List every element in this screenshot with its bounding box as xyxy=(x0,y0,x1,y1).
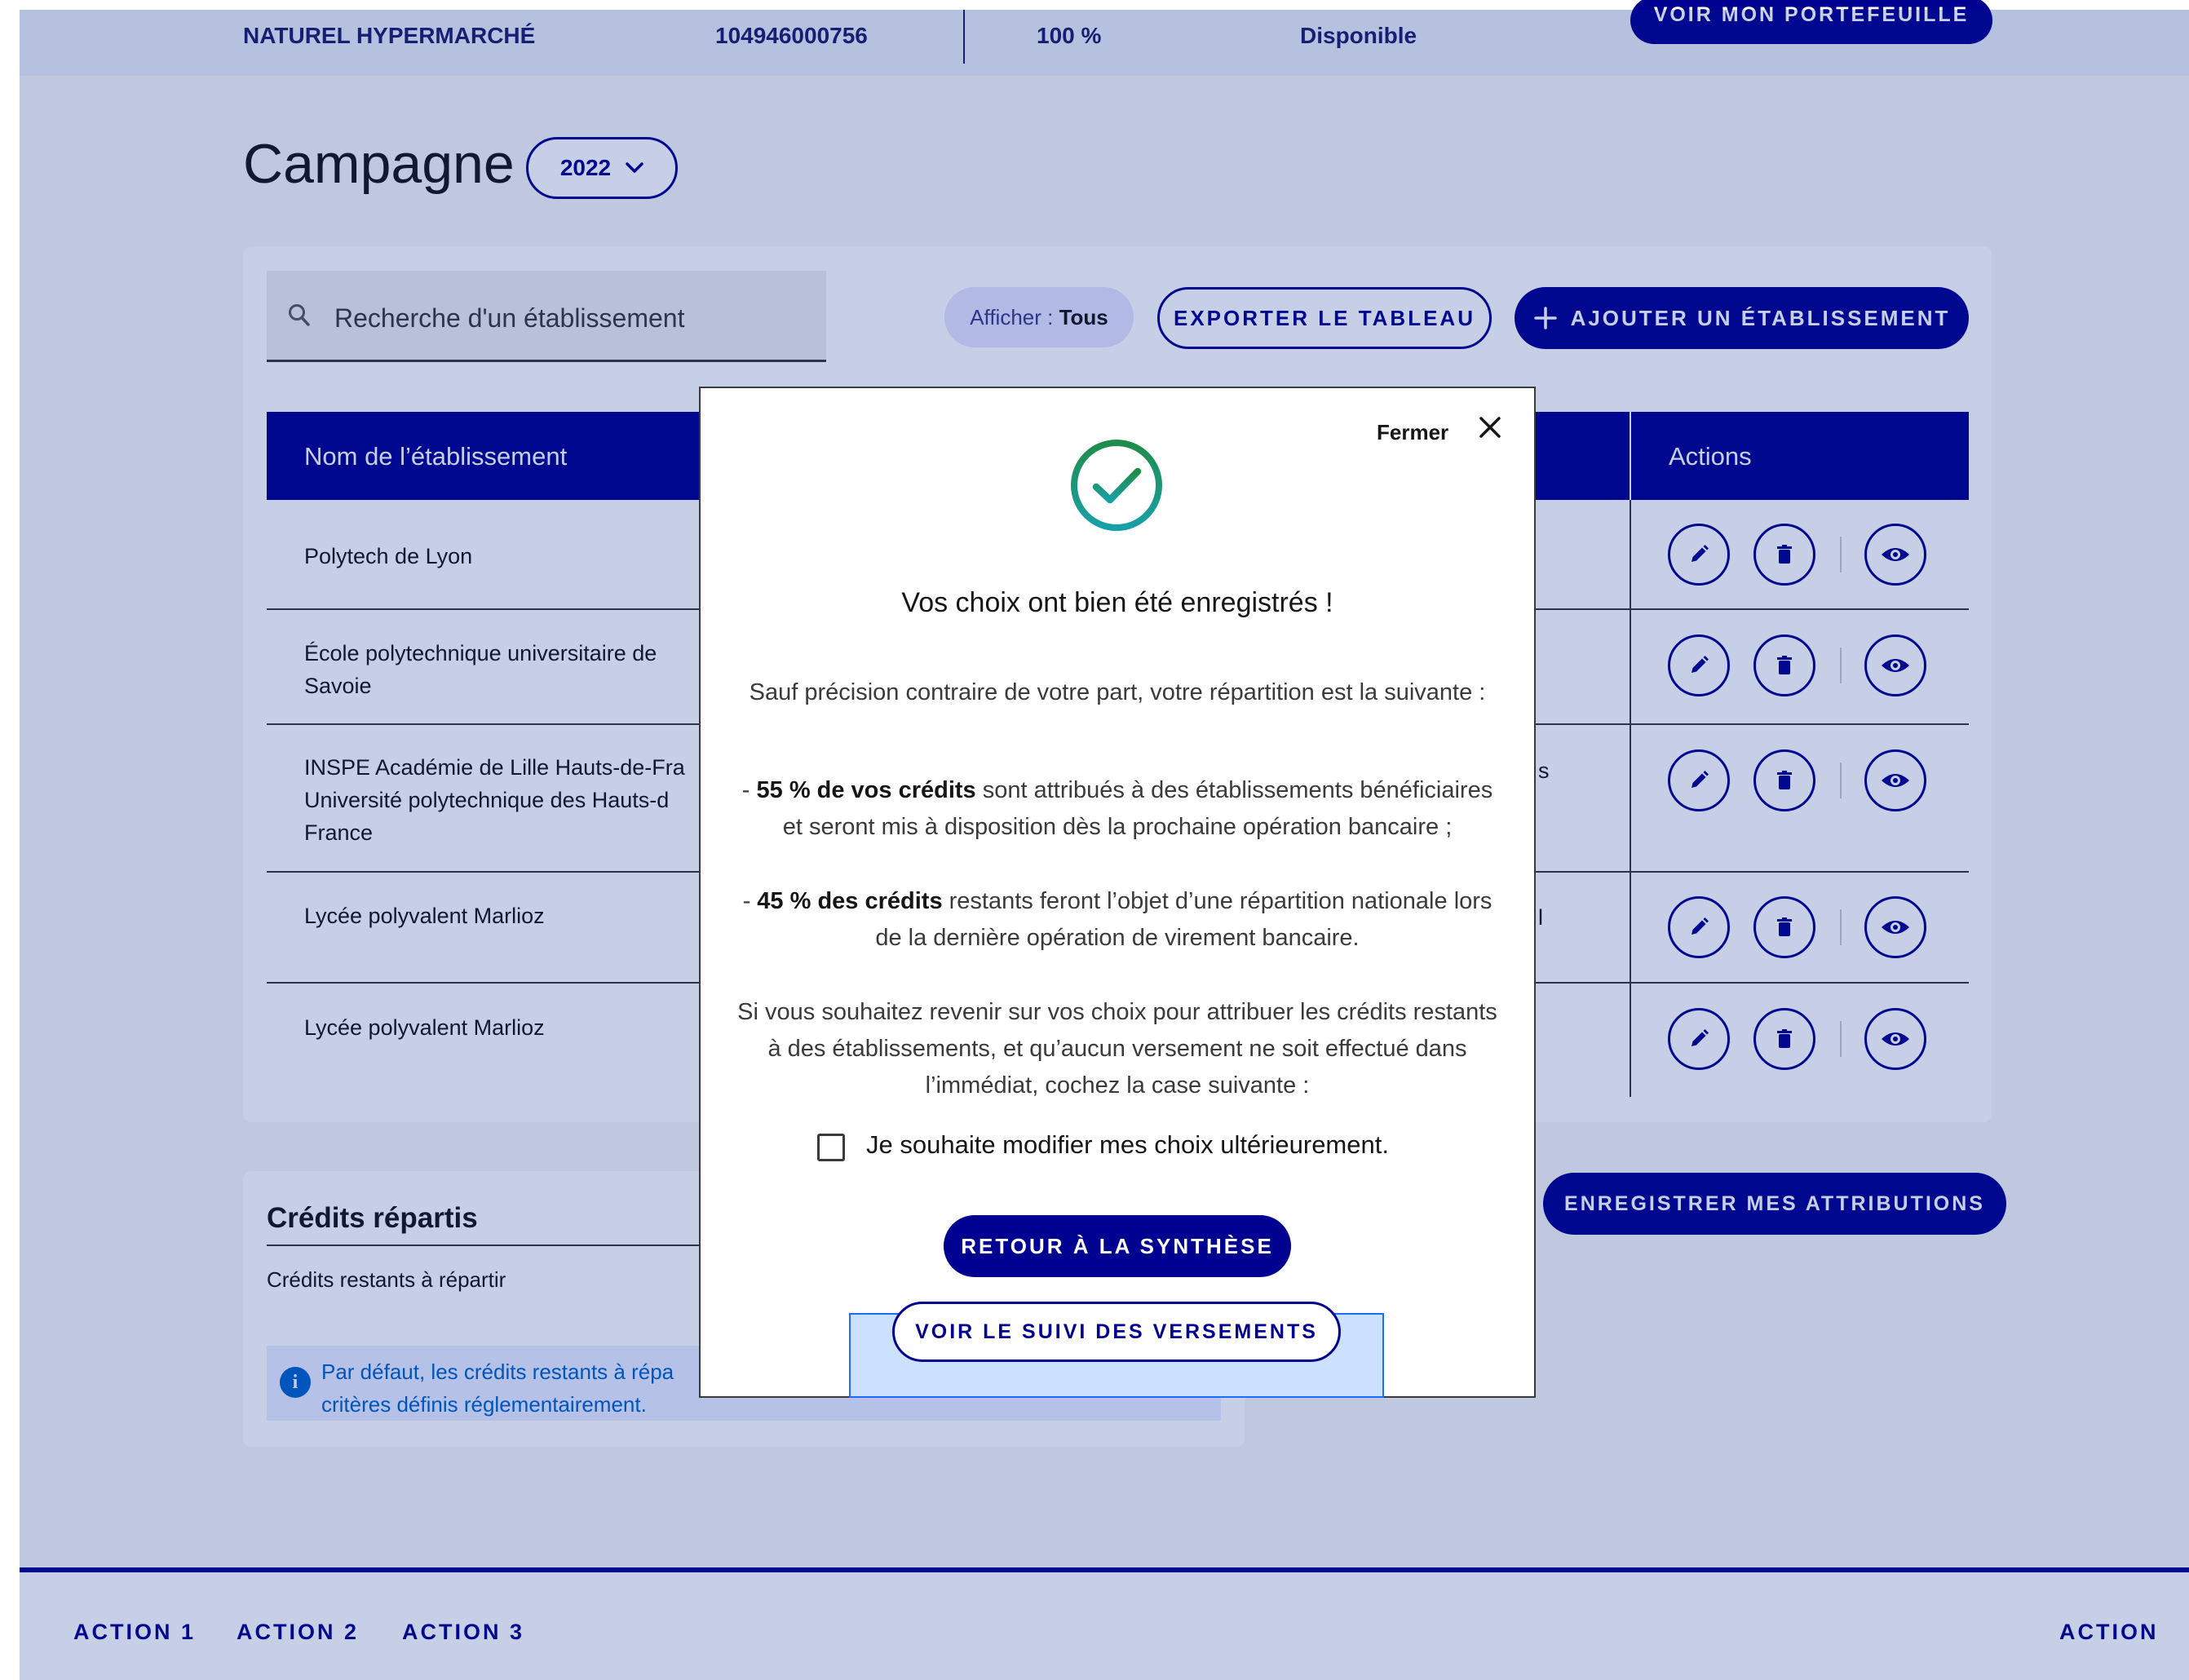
close-icon[interactable] xyxy=(1475,413,1505,442)
modify-later-label[interactable]: Je souhaite modifier mes choix ultérieur… xyxy=(866,1130,1389,1160)
modal-distribution-item-2: - 45 % des crédits restants feront l’obj… xyxy=(742,888,1492,951)
modal-title: Vos choix ont bien été enregistrés ! xyxy=(901,587,1333,618)
modify-later-checkbox[interactable] xyxy=(817,1134,845,1161)
check-circle-icon xyxy=(1071,440,1162,531)
close-label[interactable]: Fermer xyxy=(1377,420,1448,445)
modal-note: Si vous souhaitez revenir sur vos choix … xyxy=(737,999,1497,1099)
back-to-summary-button[interactable]: RETOUR À LA SYNTHÈSE xyxy=(944,1215,1291,1277)
modal-distribution-item-1: - 55 % de vos crédits sont attribués à d… xyxy=(741,777,1493,840)
modal-intro: Sauf précision contraire de votre part, … xyxy=(749,679,1486,705)
payment-tracking-button[interactable]: VOIR LE SUIVI DES VERSEMENTS xyxy=(892,1302,1341,1362)
